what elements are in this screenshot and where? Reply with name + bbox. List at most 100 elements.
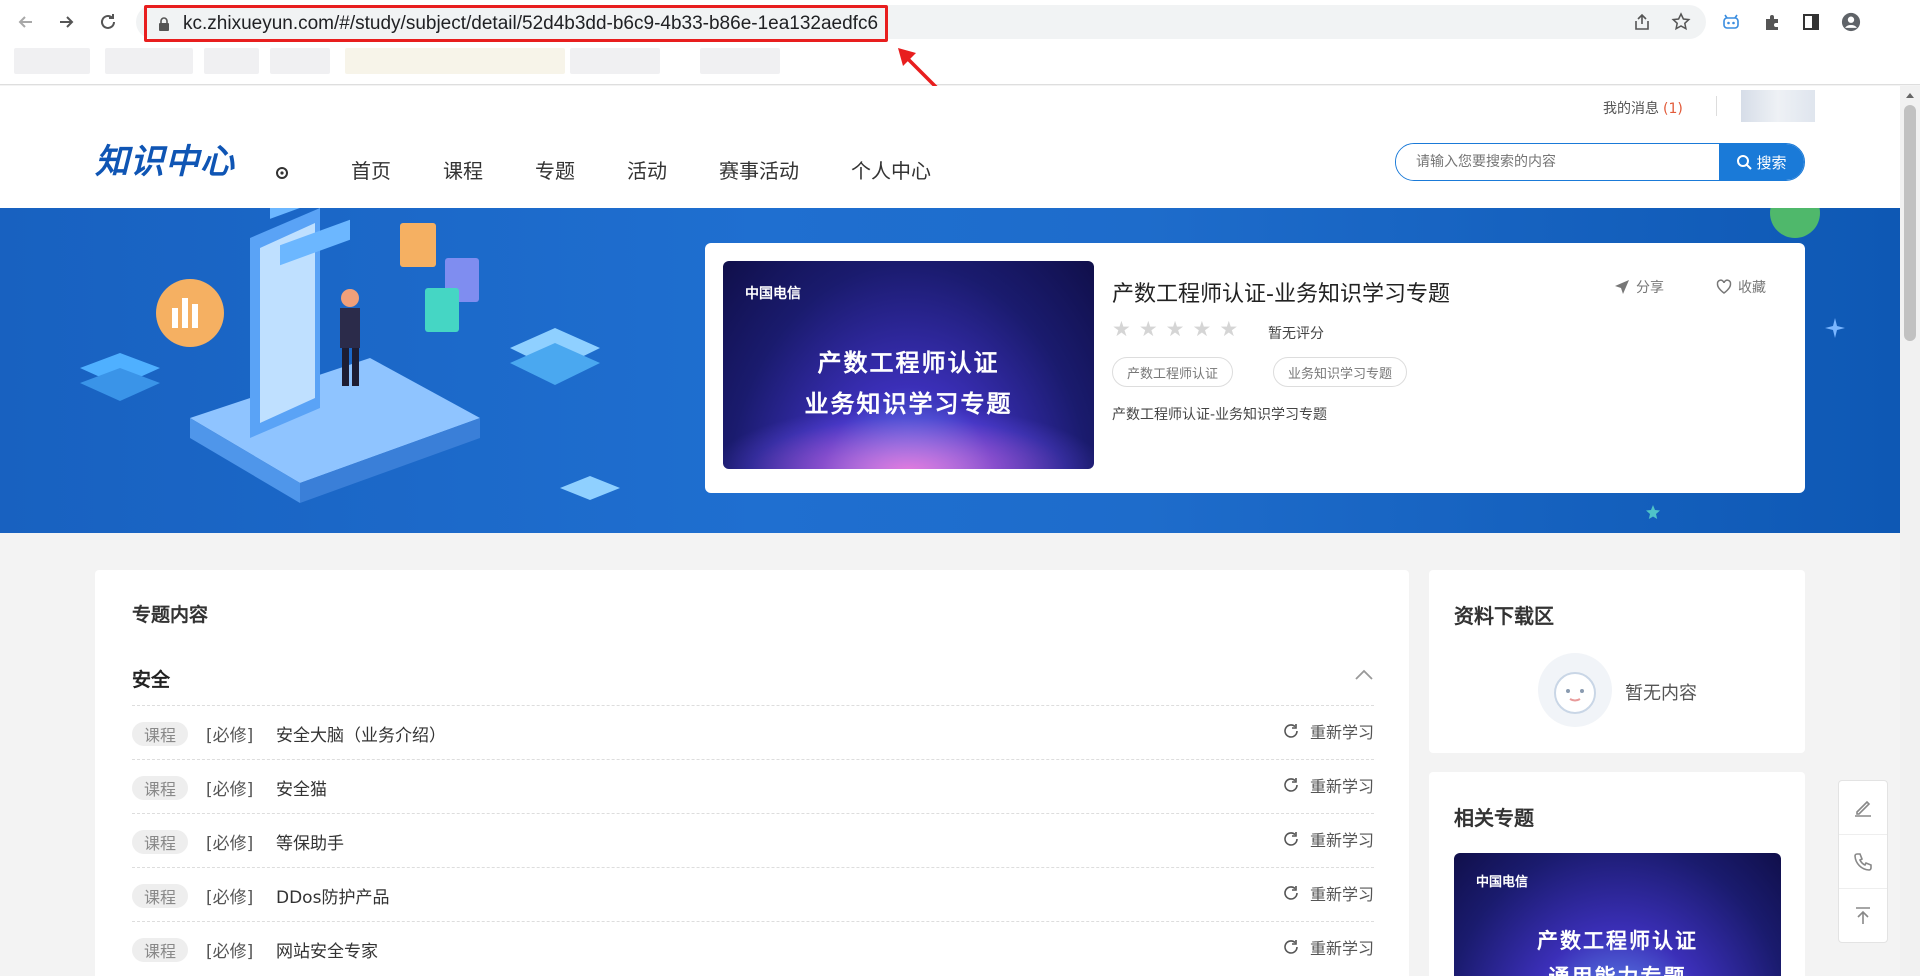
nav-activities[interactable]: 活动 (627, 155, 667, 184)
course-title[interactable]: DDos防护产品 (276, 883, 389, 908)
bookmark-item[interactable] (700, 48, 780, 74)
subject-tag[interactable]: 业务知识学习专题 (1273, 357, 1408, 387)
course-title[interactable]: 安全猫 (276, 775, 327, 800)
scrollbar-thumb[interactable] (1904, 105, 1916, 341)
messages-count: (1) (1663, 101, 1683, 117)
rating-text: 暂无评分 (1268, 326, 1324, 342)
my-messages-link[interactable]: 我的消息 (1) (1603, 98, 1683, 118)
share-page-icon[interactable] (1631, 11, 1653, 33)
star-icon[interactable]: ★ (1192, 319, 1211, 340)
relearn-label: 重新学习 (1309, 723, 1374, 742)
relearn-button[interactable]: 重新学习 (1282, 719, 1374, 743)
relearn-button[interactable]: 重新学习 (1282, 881, 1374, 905)
subject-tag[interactable]: 产数工程师认证 (1112, 357, 1234, 387)
heart-icon (1716, 279, 1732, 294)
table-row[interactable]: 课程 [必修] 安全大脑（业务介绍） 重新学习 (132, 705, 1374, 759)
banner-illustration (80, 208, 620, 503)
nav-competitions[interactable]: 赛事活动 (719, 155, 799, 184)
back-button[interactable] (12, 8, 40, 36)
reload-icon (101, 14, 115, 29)
star-icon[interactable]: ★ (1166, 319, 1185, 340)
related-title: 相关专题 (1454, 806, 1534, 830)
relearn-label: 重新学习 (1309, 831, 1374, 850)
bookmark-item[interactable] (345, 48, 565, 74)
arrow-left-icon (18, 16, 32, 28)
reload-button[interactable] (94, 8, 122, 36)
relearn-label: 重新学习 (1309, 885, 1374, 904)
star-icon[interactable]: ★ (1219, 319, 1238, 340)
table-row[interactable]: 课程 [必修] 网站安全专家 重新学习 (132, 921, 1374, 975)
cover-title-line2: 业务知识学习专题 (804, 390, 1013, 418)
subject-description: 产数工程师认证-业务知识学习专题 (1112, 407, 1328, 423)
share-label: 分享 (1636, 280, 1664, 296)
bookmark-item[interactable] (14, 48, 90, 74)
related-title-line2: 通用能力专题 (1454, 961, 1781, 976)
search-button-label: 搜索 (1756, 153, 1787, 172)
feedback-button[interactable] (1839, 781, 1887, 835)
arrow-right-icon (60, 16, 74, 28)
contact-button[interactable] (1839, 835, 1887, 889)
user-avatar[interactable] (1741, 90, 1815, 122)
bookmark-item[interactable] (570, 48, 660, 74)
forward-button[interactable] (52, 8, 80, 36)
chevron-up-icon[interactable] (1354, 668, 1374, 682)
star-icon[interactable]: ★ (1112, 319, 1131, 340)
relearn-button[interactable]: 重新学习 (1282, 773, 1374, 797)
browser-toolbar: kc.zhixueyun.com/#/study/subject/detail/… (0, 0, 1920, 85)
messages-label: 我的消息 (1603, 101, 1659, 117)
nav-home[interactable]: 首页 (351, 155, 391, 184)
course-type-badge: 课程 (132, 830, 188, 854)
table-row[interactable]: 课程 [必修] 安全猫 重新学习 (132, 759, 1374, 813)
required-label: [必修] (206, 726, 254, 746)
rating-stars[interactable]: ★ ★ ★ ★ ★ (1112, 319, 1238, 340)
course-type-badge: 课程 (132, 722, 188, 746)
bookmark-item[interactable] (270, 48, 330, 74)
empty-mascot-icon (1538, 653, 1612, 727)
subject-title: 产数工程师认证-业务知识学习专题 (1112, 282, 1450, 307)
table-row[interactable]: 课程 [必修] DDos防护产品 重新学习 (132, 867, 1374, 921)
refresh-icon (1284, 940, 1298, 954)
nav-subjects[interactable]: 专题 (535, 155, 575, 184)
search-input[interactable] (1396, 144, 1719, 180)
course-title[interactable]: 等保助手 (276, 829, 344, 854)
url-text[interactable]: kc.zhixueyun.com/#/study/subject/detail/… (183, 13, 878, 35)
related-title-line1: 产数工程师认证 (1537, 929, 1698, 953)
favorite-button[interactable]: 收藏 (1716, 277, 1766, 297)
profile-avatar-icon[interactable] (1840, 11, 1862, 33)
course-title[interactable]: 网站安全专家 (276, 937, 378, 962)
relearn-button[interactable]: 重新学习 (1282, 827, 1374, 851)
nav-profile[interactable]: 个人中心 (851, 155, 931, 184)
gear-icon (276, 167, 288, 179)
url-highlight-box: kc.zhixueyun.com/#/study/subject/detail/… (144, 5, 888, 42)
bookmark-item[interactable] (204, 48, 259, 74)
related-subject-card[interactable]: 中国电信 产数工程师认证 通用能力专题 (1454, 853, 1781, 976)
refresh-icon (1284, 724, 1298, 738)
site-search: 搜索 (1395, 143, 1805, 181)
table-row[interactable]: 课程 [必修] 等保助手 重新学习 (132, 813, 1374, 867)
relearn-button[interactable]: 重新学习 (1282, 935, 1374, 959)
bookmark-star-icon[interactable] (1670, 11, 1692, 33)
floating-toolbar (1838, 780, 1888, 943)
side-panel-icon[interactable] (1800, 11, 1822, 33)
search-button[interactable]: 搜索 (1719, 144, 1804, 180)
scroll-up-arrow-icon[interactable] (1904, 90, 1916, 100)
share-button[interactable]: 分享 (1614, 277, 1664, 297)
cover-title-line1: 产数工程师认证 (817, 349, 1000, 377)
lock-icon (157, 16, 171, 31)
back-to-top-button[interactable] (1839, 889, 1887, 943)
site-logo[interactable]: 知识中心 (95, 134, 235, 183)
section-title[interactable]: 安全 (132, 665, 170, 692)
puzzle-extensions-icon[interactable] (1761, 11, 1783, 33)
course-type-badge: 课程 (132, 776, 188, 800)
relearn-label: 重新学习 (1309, 939, 1374, 958)
related-brand: 中国电信 (1476, 875, 1529, 890)
star-decoration-icon (1646, 505, 1660, 519)
nav-courses[interactable]: 课程 (443, 155, 483, 184)
required-label: [必修] (206, 888, 254, 908)
star-icon[interactable]: ★ (1139, 319, 1158, 340)
refresh-icon (1284, 832, 1298, 846)
subject-cover-image: 中国电信 产数工程师认证 业务知识学习专题 (723, 261, 1094, 469)
bookmark-item[interactable] (105, 48, 193, 74)
course-title[interactable]: 安全大脑（业务介绍） (276, 721, 446, 746)
robot-extension-icon[interactable] (1720, 11, 1742, 33)
